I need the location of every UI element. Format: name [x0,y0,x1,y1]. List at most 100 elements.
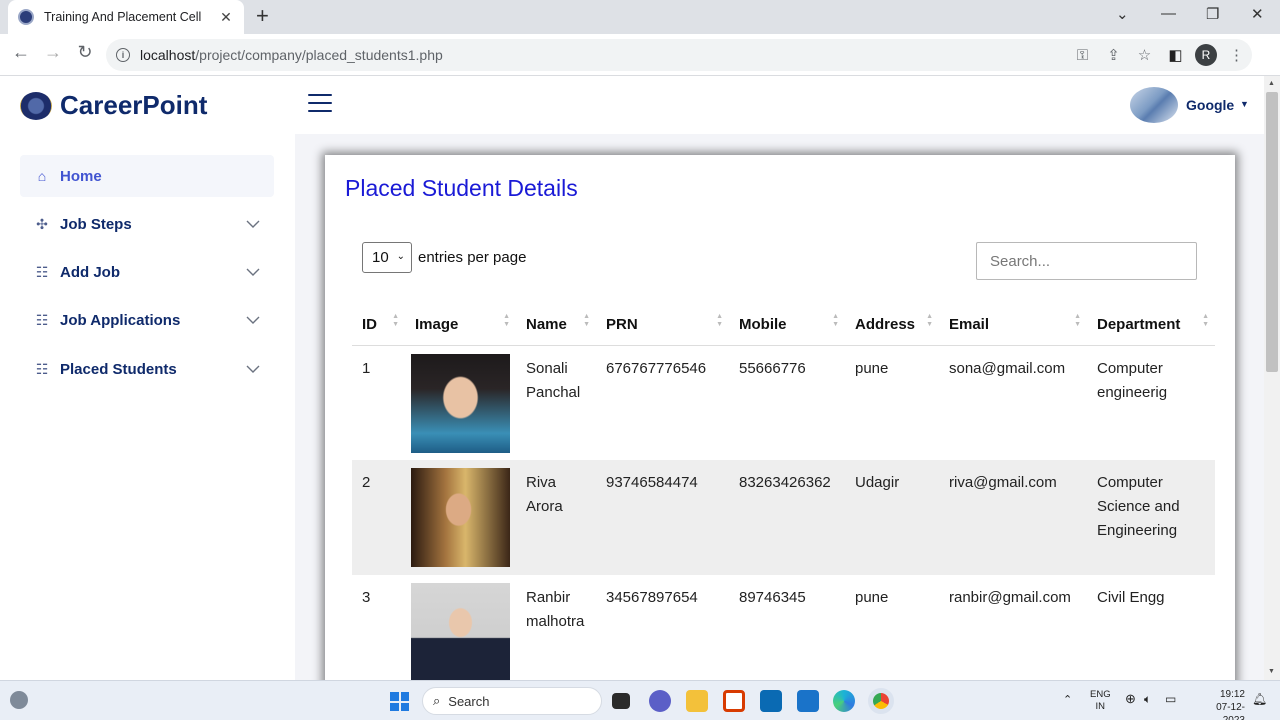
entries-label: entries per page [418,249,527,266]
network-icon[interactable]: ⊕ [1125,692,1136,705]
hamburger-menu-icon[interactable] [308,94,332,114]
scroll-down-icon[interactable]: ▼ [1268,668,1275,675]
maximize-icon[interactable]: ❐ [1206,5,1219,23]
tab-search-chevron-icon[interactable]: ⌄ [1116,5,1129,23]
brand-logo-text[interactable]: CareerPoint [60,90,207,121]
cell-name: Ranbir malhotra [526,589,585,630]
sidebar-item-placed-students[interactable]: ☷ Placed Students [20,348,274,390]
search-input[interactable]: Search... [976,242,1197,280]
page-title: Placed Student Details [345,175,578,201]
sidebar-item-job-steps[interactable]: ✣ Job Steps [20,203,274,245]
column-header-image[interactable]: Image ▲ ▼ [405,305,516,346]
sidebar: ⌂ Home ✣ Job Steps ☷ Add Job ☷ Job Appli… [0,134,295,680]
user-list-icon: ☷ [35,311,49,328]
site-info-icon[interactable]: i [116,48,130,62]
sort-icon[interactable]: ▲ ▼ [716,313,723,329]
column-header-name[interactable]: Name ▲ ▼ [516,305,596,346]
windows-start-icon[interactable] [390,692,409,711]
close-window-icon[interactable]: ✕ [1251,5,1264,23]
menu-kebab-icon[interactable]: ⋮ [1221,46,1252,64]
reload-icon[interactable]: ↻ [73,42,97,63]
profile-avatar[interactable]: R [1195,44,1217,66]
chevron-down-icon[interactable] [246,362,260,376]
notification-bell-icon[interactable]: 🔔︎ [1252,693,1267,705]
clock[interactable]: 19:1207-12-2023 [1203,688,1245,720]
cell-department: Computer Science and Engineering [1097,474,1180,539]
sidebar-item-label: Home [60,167,102,185]
sidebar-item-label: Job Steps [60,215,132,233]
column-header-prn[interactable]: PRN ▲ ▼ [596,305,729,346]
show-hidden-icons-icon[interactable]: ⌃ [1063,694,1072,706]
column-header-id[interactable]: ID ▲ ▼ [352,305,405,346]
site-header: CareerPoint Google ▼ [0,76,1264,134]
new-tab-icon[interactable]: + [256,5,269,27]
sort-icon[interactable]: ▲ ▼ [926,313,933,329]
chevron-down-icon[interactable] [246,217,260,231]
volume-icon[interactable]: 🔈︎ [1144,693,1151,705]
sort-icon[interactable]: ▲ ▼ [392,313,399,329]
table-row: 1 Sonali Panchal 676767776546 55666776 p… [352,345,1215,460]
user-avatar[interactable] [1130,87,1178,123]
cell-image [405,345,516,460]
scroll-thumb[interactable] [1266,92,1278,372]
chrome-icon[interactable] [868,688,894,714]
url-text[interactable]: localhost/project/company/placed_student… [140,47,1067,63]
battery-icon[interactable]: ▭ [1165,693,1176,705]
page-scrollbar[interactable]: ▲ ▼ [1264,76,1280,680]
sidebar-item-home[interactable]: ⌂ Home [20,155,274,197]
entries-per-page: 10 ⌄ entries per page [362,242,526,273]
edge-icon[interactable] [833,690,855,712]
taskbar-search[interactable]: ⌕ Search [422,687,602,715]
weather-icon[interactable] [10,691,28,709]
sidebar-item-label: Add Job [60,263,120,281]
sort-icon[interactable]: ▲ ▼ [503,313,510,329]
column-header-address[interactable]: Address ▲ ▼ [845,305,939,346]
cell-name: Riva Arora [526,474,563,515]
grid-icon: ✣ [36,215,48,232]
chevron-down-icon[interactable] [246,313,260,327]
cell-id: 1 [362,359,371,377]
scroll-up-icon[interactable]: ▲ [1268,80,1275,87]
sort-icon[interactable]: ▲ ▼ [832,313,839,329]
close-tab-icon[interactable]: ✕ [218,9,234,26]
file-explorer-icon[interactable] [686,690,708,712]
cell-address: pune [855,589,889,606]
bookmark-star-icon[interactable]: ☆ [1129,46,1160,64]
column-header-department[interactable]: Department ▲ ▼ [1087,305,1215,346]
share-icon[interactable]: ⇪ [1098,46,1129,64]
taskbar-search-label: Search [448,693,490,709]
language-indicator[interactable]: ENG IN [1090,689,1111,713]
address-bar[interactable]: i localhost/project/company/placed_stude… [106,39,1252,71]
windows-taskbar: ⌕ Search ⌃ ENGIN ⊕ 🔈︎ ▭ 19:1207-12-2023 … [0,680,1280,720]
chevron-down-icon[interactable] [246,265,260,279]
user-name[interactable]: Google [1186,97,1234,113]
cell-prn: 93746584474 [606,474,698,491]
cell-mobile: 83263426362 [739,474,831,491]
cell-id: 2 [362,474,371,491]
caret-down-icon[interactable]: ▼ [1240,99,1249,109]
column-header-mobile[interactable]: Mobile ▲ ▼ [729,305,845,346]
minimize-icon[interactable]: — [1161,5,1176,22]
cell-mobile: 55666776 [739,359,806,377]
sort-icon[interactable]: ▲ ▼ [1074,313,1081,329]
sort-icon[interactable]: ▲ ▼ [1202,313,1209,329]
sort-icon[interactable]: ▲ ▼ [583,313,590,329]
forward-icon[interactable]: → [41,42,65,63]
office-icon[interactable] [723,690,745,712]
table-header-row: ID ▲ ▼ Image ▲ ▼ Name ▲ ▼ PRN ▲ ▼ Mobile ▲ ▼ Addre… [352,305,1215,346]
task-view-icon[interactable] [612,693,630,709]
students-table: ID ▲ ▼ Image ▲ ▼ Name ▲ ▼ PRN ▲ ▼ Mobile ▲ ▼ Addre… [352,305,1215,690]
teams-chat-icon[interactable] [649,690,671,712]
sidebar-item-job-applications[interactable]: ☷ Job Applications [20,299,274,341]
cell-department: Computer engineerig [1097,359,1168,401]
side-panel-icon[interactable]: ◧ [1160,46,1191,64]
back-icon[interactable]: ← [9,42,33,63]
browser-tab[interactable]: Training And Placement Cell ✕ [8,0,244,34]
dell-icon[interactable] [760,690,782,712]
chevron-down-icon: ⌄ [396,251,405,262]
microsoft-store-icon[interactable] [797,690,819,712]
sidebar-item-add-job[interactable]: ☷ Add Job [20,251,274,293]
key-icon[interactable]: ⚿ [1067,47,1098,64]
column-header-email[interactable]: Email ▲ ▼ [939,305,1087,346]
entries-select[interactable]: 10 ⌄ [362,242,412,273]
